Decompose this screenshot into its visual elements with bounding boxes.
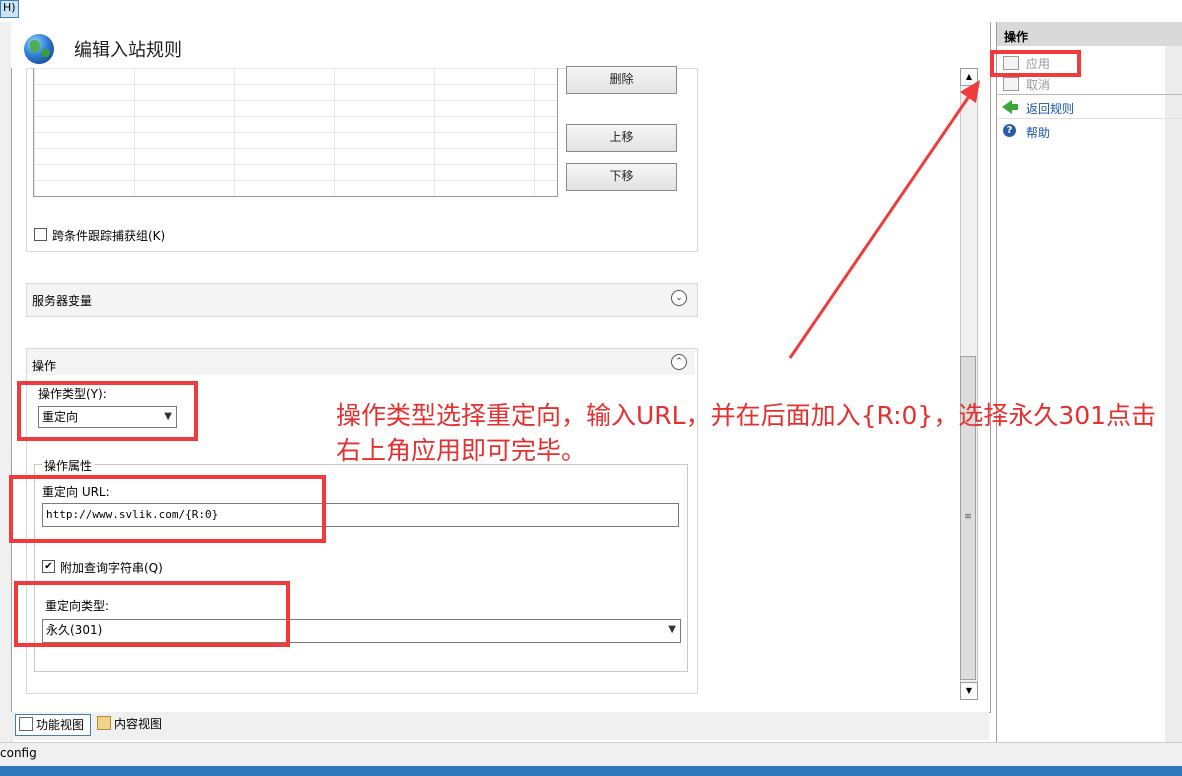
highlight-apply xyxy=(990,50,1081,77)
tab-feature-label: 功能视图 xyxy=(36,718,85,732)
track-groups-label: 跨条件跟踪捕获组(K) xyxy=(52,229,166,243)
taskbar xyxy=(0,766,1182,776)
annotation-text: 操作类型选择重定向，输入URL，并在后面加入{R:0}，选择永久301点击右上角… xyxy=(336,401,1157,465)
actions-pane-band xyxy=(1165,45,1182,742)
cancel-action[interactable]: 取消 xyxy=(1026,76,1050,93)
actions-pane-title: 操作 xyxy=(1004,30,1029,44)
action-section-header xyxy=(27,349,695,375)
delete-button[interactable]: 删除 xyxy=(566,66,677,94)
actions-divider xyxy=(998,118,1182,119)
chevron-down-icon[interactable]: ⌄ xyxy=(671,290,687,306)
tab-feature-view[interactable]: 功能视图 xyxy=(15,714,91,736)
top-menu-strip xyxy=(0,0,1182,22)
actions-pane xyxy=(996,22,1182,742)
highlight-redirect-type xyxy=(14,581,290,647)
globe-icon xyxy=(24,34,54,64)
chevron-down-icon: ▼ xyxy=(668,624,676,635)
content-view-icon xyxy=(97,716,111,730)
cancel-icon xyxy=(1003,77,1019,91)
append-query-checkbox[interactable]: ✔ xyxy=(42,560,55,573)
grip-icon: ≡ xyxy=(964,512,972,522)
tab-content-view[interactable]: 内容视图 xyxy=(94,714,162,734)
append-query-label: 附加查询字符串(Q) xyxy=(60,561,163,575)
highlight-action-type xyxy=(17,381,198,441)
status-text: config xyxy=(0,746,37,760)
tab-content-label: 内容视图 xyxy=(114,717,163,731)
highlight-redirect-url xyxy=(9,475,326,543)
page-title: 编辑入站规则 xyxy=(74,40,182,61)
scroll-down-button[interactable]: ▼ xyxy=(960,682,978,700)
chevron-up-icon[interactable]: ⌃ xyxy=(671,354,687,370)
action-properties-label: 操作属性 xyxy=(42,457,95,474)
conditions-grid[interactable] xyxy=(33,68,558,197)
status-bar xyxy=(0,742,1182,767)
help-action[interactable]: 帮助 xyxy=(1026,124,1050,141)
scroll-up-button[interactable]: ▲ xyxy=(960,68,978,86)
move-down-button[interactable]: 下移 xyxy=(566,163,677,191)
move-up-button[interactable]: 上移 xyxy=(566,124,677,152)
back-arrow-icon-tail xyxy=(1011,104,1018,110)
back-to-rules-action[interactable]: 返回规则 xyxy=(1026,100,1074,117)
help-icon: ? xyxy=(1003,124,1016,137)
menu-help[interactable]: H) xyxy=(0,0,19,18)
track-groups-checkbox[interactable] xyxy=(34,228,47,241)
server-variables-section[interactable] xyxy=(26,283,698,317)
actions-divider xyxy=(998,94,1182,95)
server-variables-title: 服务器变量 xyxy=(32,294,93,308)
action-title: 操作 xyxy=(32,359,57,373)
feature-view-icon xyxy=(19,717,33,731)
